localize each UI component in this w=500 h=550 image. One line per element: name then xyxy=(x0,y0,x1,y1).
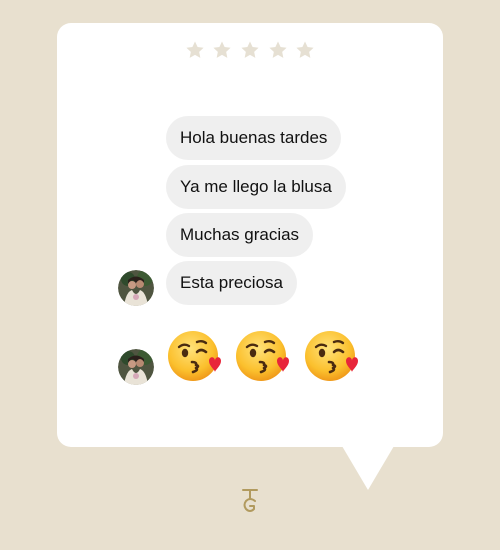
message-bubble: Esta preciosa xyxy=(166,261,297,305)
star-rating xyxy=(57,40,443,68)
star-icon xyxy=(240,40,260,60)
message-bubble: Hola buenas tardes xyxy=(166,116,342,160)
message-bubble: Ya me llego la blusa xyxy=(166,165,346,209)
kissing-face-with-heart-icon xyxy=(166,328,222,384)
star-icon xyxy=(268,40,288,60)
star-icon xyxy=(212,40,232,60)
card-pointer xyxy=(342,446,394,490)
star-icon xyxy=(295,40,315,60)
star-icon xyxy=(185,40,205,60)
tg-monogram-icon xyxy=(238,486,262,514)
kissing-face-with-heart-icon xyxy=(303,328,359,384)
kissing-face-with-heart-icon xyxy=(234,328,290,384)
message-bubble: Muchas gracias xyxy=(166,213,314,257)
avatar xyxy=(118,270,154,306)
avatar xyxy=(118,349,154,385)
page: Hola buenas tardes Ya me llego la blusa … xyxy=(0,0,500,550)
emoji-reactions xyxy=(166,328,367,384)
